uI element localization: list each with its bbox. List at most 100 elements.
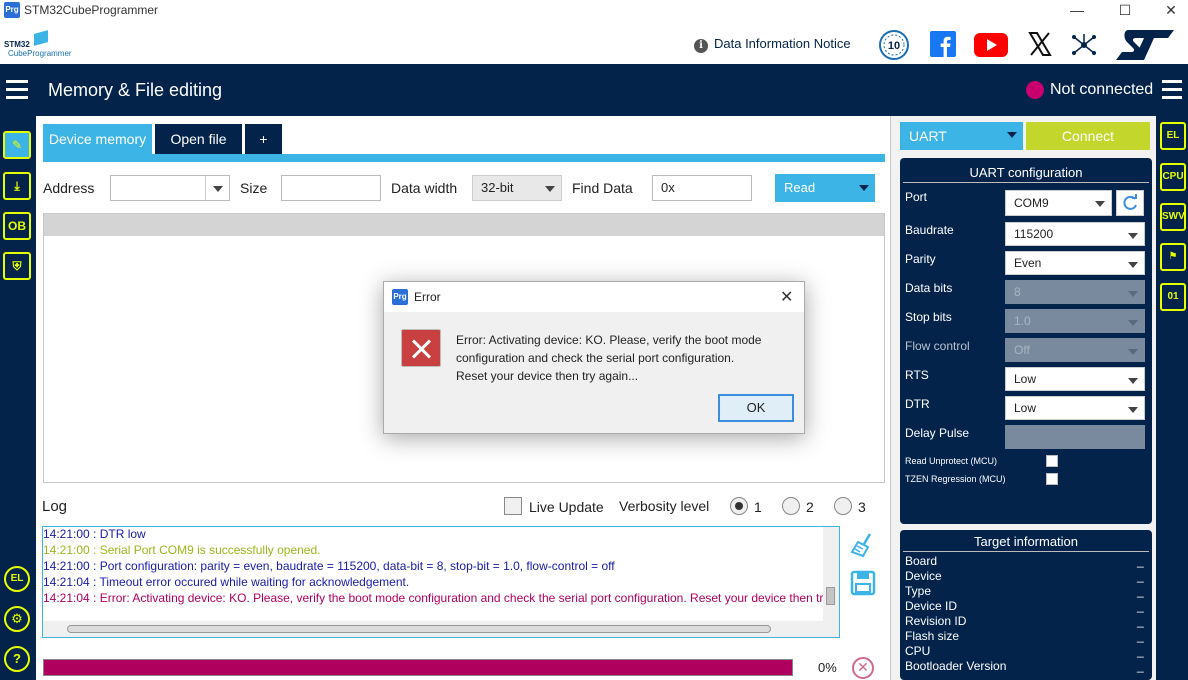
log-horizontal-scrollbar[interactable] [43,621,839,637]
verbosity-radio-2[interactable] [782,497,800,515]
network-share-icon[interactable] [1070,31,1098,59]
parity-label: Parity [905,252,936,266]
facebook-icon[interactable] [930,31,956,57]
dtr-select[interactable]: Low [1005,396,1145,420]
dialog-title: Error [414,290,441,304]
read-unprotect-checkbox[interactable] [1046,455,1058,467]
tab-device-memory[interactable]: Device memory [43,124,152,154]
right-sidebar-binary-button[interactable]: 01 [1160,283,1186,311]
target-value-bootloader-version: _ [1137,659,1144,673]
error-icon [401,329,441,367]
verbosity-option-1: 1 [754,499,762,515]
data-information-notice-link[interactable]: i Data Information Notice [694,36,851,53]
anniversary-badge-icon[interactable]: 10 [878,29,910,61]
chevron-down-icon [213,186,223,192]
stop-bits-select: 1.0 [1005,309,1145,333]
window-title: STM32CubeProgrammer [24,3,159,17]
baudrate-label: Baudrate [905,223,954,237]
right-menu-icon[interactable] [1162,78,1182,100]
help-icon: ? [13,651,21,666]
chevron-down-icon [1128,320,1138,326]
sidebar-settings-button[interactable]: ⚙ [4,606,30,632]
page-title: Memory & File editing [48,80,223,100]
logo-text-line2: CubeProgrammer [8,49,72,58]
stop-bits-label: Stop bits [905,310,952,324]
stop-bits-value: 1.0 [1014,314,1031,328]
app-icon: Prg [392,289,408,305]
right-sidebar-swv-button[interactable]: SWV [1160,203,1186,231]
dialog-close-button[interactable]: ✕ [780,287,793,307]
refresh-ports-button[interactable] [1116,190,1144,216]
connection-status-label: Not connected [1050,81,1154,98]
log-line: 14:21:00 : DTR low [43,527,146,541]
tzen-regression-checkbox[interactable] [1046,473,1058,485]
svg-text:10: 10 [888,40,900,52]
target-information-title: Target information [973,534,1079,549]
log-output[interactable]: 14:21:00 : DTR low 14:21:00 : Serial Por… [42,526,840,638]
data-width-select[interactable]: 32-bit [472,175,562,201]
interface-select[interactable]: UART [900,122,1023,150]
security-icon: ⛨ [12,259,22,273]
size-label: Size [240,180,268,196]
external-loaders-icon: EL [1166,130,1180,141]
right-sidebar-beacon-button[interactable]: ⚑ [1160,243,1186,271]
cancel-operation-icon[interactable]: ✕ [852,657,874,679]
address-label: Address [43,180,95,196]
data-width-value: 32-bit [481,180,514,195]
tab-add-button[interactable]: + [245,124,282,154]
baudrate-select[interactable]: 115200 [1005,222,1145,246]
sidebar-option-bytes-button[interactable]: OB [3,212,31,240]
tab-open-file[interactable]: Open file [155,124,242,154]
erase-programming-icon: ⤓ [14,179,20,193]
minimize-button[interactable]: — [1054,0,1100,22]
find-data-input[interactable]: 0x [652,175,752,201]
sidebar-help-button[interactable]: ? [4,646,30,672]
hamburger-menu-icon[interactable] [6,78,28,100]
youtube-icon[interactable] [974,33,1008,57]
progress-bar [43,659,793,676]
log-vertical-scrollbar[interactable] [823,527,839,621]
save-log-icon[interactable] [850,570,876,596]
branding-bar: STM32 CubeProgrammer i Data Information N… [0,22,1188,64]
uart-configuration-panel: UART configuration Port COM9 Baudrate 11… [900,158,1152,524]
address-combo[interactable] [110,175,230,201]
connect-button[interactable]: Connect [1026,122,1150,150]
sidebar-erase-programming-button[interactable]: ⤓ [3,172,31,200]
left-sidebar [0,116,36,680]
chevron-down-icon [1128,262,1138,268]
right-sidebar-external-loaders-button[interactable]: EL [1160,122,1186,150]
chevron-down-icon [1007,132,1017,138]
maximize-button[interactable]: ☐ [1102,0,1148,22]
option-bytes-icon: OB [8,219,26,233]
verbosity-radio-1[interactable] [730,497,748,515]
divider [903,551,1149,552]
cube-icon [34,30,48,46]
ok-button[interactable]: OK [718,394,794,422]
sidebar-memory-edit-button[interactable]: ✎ [3,131,31,159]
stm32cubeprogrammer-logo: STM32 CubeProgrammer [4,30,80,62]
sidebar-security-button[interactable]: ⛨ [3,252,31,280]
read-button[interactable]: Read [775,174,875,202]
verbosity-radio-3[interactable] [834,497,852,515]
right-sidebar-cpu-button[interactable]: CPU [1160,163,1186,191]
st-logo-icon[interactable] [1114,28,1176,62]
live-update-checkbox[interactable] [504,497,522,515]
rts-select[interactable]: Low [1005,367,1145,391]
dialog-message-line1: Error: Activating device: KO. Please, ve… [456,333,762,347]
chevron-down-icon [1128,407,1138,413]
dialog-message-line2: configuration and check the serial port … [456,351,735,365]
dialog-message-line3: Reset your device then try again... [456,369,639,383]
sidebar-external-loader-button[interactable]: EL [4,566,30,592]
port-select[interactable]: COM9 [1005,190,1112,216]
log-line: 14:21:00 : Port configuration: parity = … [43,559,615,573]
flow-control-label: Flow control [905,339,970,353]
clear-log-broom-icon[interactable] [850,532,876,558]
x-twitter-icon[interactable] [1028,31,1052,57]
notice-label: Data Information Notice [714,36,851,51]
find-data-value: 0x [661,180,675,195]
data-bits-select: 8 [1005,280,1145,304]
find-data-label: Find Data [572,180,633,196]
close-button[interactable]: ✕ [1148,0,1188,22]
parity-select[interactable]: Even [1005,251,1145,275]
size-input[interactable] [281,175,381,201]
